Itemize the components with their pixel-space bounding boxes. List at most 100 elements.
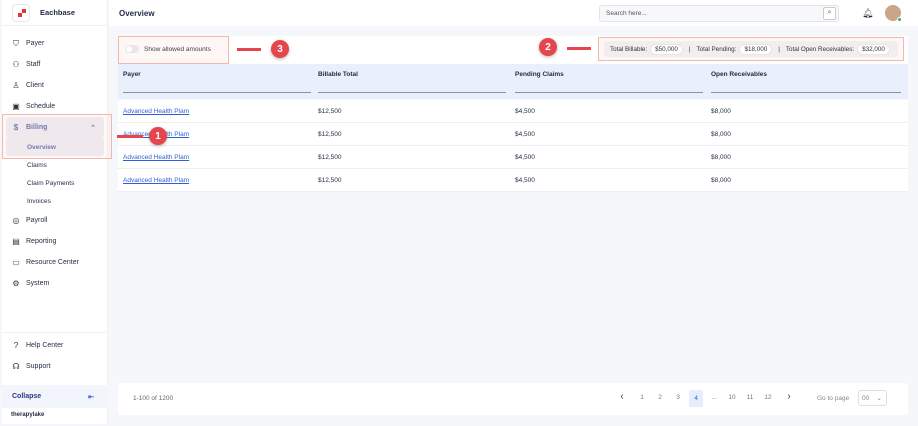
search-input[interactable]: Search here... ⌕	[599, 4, 839, 22]
label: Support	[26, 363, 51, 370]
column-header-billable-total[interactable]: Billable Total	[318, 71, 358, 78]
calendar-icon: ▣	[12, 102, 20, 111]
table-header: Payer Billable Total Pending Claims Open…	[118, 64, 908, 99]
sidebar: Eachbase ⛉ Payer ⚇ Staff ♙ Client ▣ Schedule…	[2, 0, 108, 424]
payer-link[interactable]: Advanced Health Plam	[123, 108, 189, 115]
sidebar-item-payer[interactable]: ⛉ Payer	[2, 33, 108, 54]
label: Staff	[26, 61, 41, 68]
annotation-arrow-1	[117, 135, 143, 138]
folder-icon: ▭	[12, 258, 20, 267]
label: Help Center	[26, 342, 64, 349]
table-cell: $4,500	[515, 131, 535, 138]
bell-icon[interactable]: 🔔︎	[862, 8, 873, 19]
page-button[interactable]: 1	[635, 394, 649, 401]
page-button[interactable]: 12	[761, 394, 775, 401]
payer-link[interactable]: Advanced Health Plam	[123, 154, 189, 161]
pagination-range: 1-100 of 1200	[133, 395, 174, 402]
total-open-value: $32,000	[857, 43, 890, 55]
label: Resource Center	[26, 259, 79, 266]
sidebar-item-system[interactable]: ⚙ System	[2, 273, 108, 294]
online-status-dot	[897, 17, 902, 22]
search-icon[interactable]: ⌕	[823, 6, 836, 20]
sidebar-item-resource-center[interactable]: ▭ Resource Center	[2, 252, 108, 273]
column-header-open-receivables[interactable]: Open Receivables	[711, 71, 767, 78]
gear-icon: ⚙	[12, 279, 20, 288]
sidebar-item-reporting[interactable]: ▤ Reporting	[2, 231, 108, 252]
annotation-arrow-3	[237, 48, 261, 51]
help-center-link[interactable]: ? Help Center	[2, 335, 108, 356]
column-header-payer[interactable]: Payer	[123, 71, 141, 78]
table-row: Advanced Health Plam $12,500 $4,500 $8,000	[118, 100, 908, 123]
client-icon: ♙	[12, 81, 20, 90]
column-divider	[123, 92, 311, 93]
table-cell: $4,500	[515, 108, 535, 115]
show-allowed-amounts-toggle[interactable]	[125, 45, 139, 53]
total-pending-value: $18,000	[739, 43, 773, 55]
brand-name: Eachbase	[40, 8, 76, 17]
label: Client	[26, 82, 44, 89]
label: System	[26, 280, 50, 287]
page-button[interactable]: ...	[707, 394, 721, 401]
page-button[interactable]: 3	[671, 394, 685, 401]
total-billable-value: $50,000	[650, 43, 683, 55]
chevron-down-icon: ⌄	[876, 395, 882, 402]
totals-summary: Total Billable: $50,000 | Total Pending: $…	[604, 41, 898, 57]
next-page-icon[interactable]: ›	[782, 391, 796, 402]
brand: Eachbase	[2, 0, 107, 26]
prev-page-icon[interactable]: ‹	[615, 391, 629, 402]
column-divider	[515, 92, 703, 93]
top-header: Overview Search here... ⌕ 🔔︎	[109, 0, 918, 26]
report-icon: ▤	[12, 237, 20, 246]
column-divider	[711, 92, 901, 93]
table-cell: $4,500	[515, 154, 535, 161]
table-cell: $4,500	[515, 177, 535, 184]
sidebar-item-staff[interactable]: ⚇ Staff	[2, 54, 108, 75]
total-open-label: Total Open Receivables:	[785, 45, 855, 53]
sidebar-item-client[interactable]: ♙ Client	[2, 75, 108, 96]
table-cell: $12,500	[318, 177, 342, 184]
table-cell: $12,500	[318, 131, 342, 138]
label: Schedule	[26, 103, 56, 110]
payer-link[interactable]: Advanced Health Plam	[123, 177, 189, 184]
therapylake-logo: therapylake	[11, 412, 45, 418]
table-row: Advanced Health Plam$12,500$4,500$8,000	[118, 123, 908, 146]
sidebar-item-payroll[interactable]: ◎ Payroll	[2, 210, 108, 231]
sidebar-sub-invoices[interactable]: Invoices	[2, 192, 108, 210]
payroll-icon: ◎	[12, 216, 20, 225]
page-button[interactable]: 11	[743, 394, 757, 401]
table-cell: $8,000	[711, 154, 731, 161]
page-button[interactable]: 2	[653, 394, 667, 401]
goto-page-value: 00	[862, 395, 870, 402]
table-cell: $12,500	[318, 108, 342, 115]
pagination-bar: 1-100 of 1200 ‹ 1 2 3 4... 10 11 12 › Go to pa…	[118, 383, 908, 415]
help-icon: ?	[13, 341, 19, 350]
page-button[interactable]: 10	[725, 394, 739, 401]
page-title: Overview	[119, 8, 155, 18]
table-cell: $8,000	[711, 177, 731, 184]
shield-icon: ⛉	[13, 38, 19, 48]
goto-page-select[interactable]: 00 ⌄	[858, 390, 887, 406]
annotation-badge-3: 3	[271, 40, 289, 58]
table-cell: $8,000	[711, 108, 731, 115]
table-cell: $8,000	[711, 131, 731, 138]
total-billable-label: Total Billable:	[610, 45, 648, 53]
sidebar-sub-claim-payments[interactable]: Claim Payments	[2, 174, 108, 192]
toggle-label: Show allowed amounts	[144, 46, 211, 53]
label: Reporting	[26, 238, 57, 245]
collapse-button[interactable]: Collapse ⇤	[2, 385, 108, 408]
table-row: Advanced Health Plam$12,500$4,500$8,000	[118, 146, 908, 169]
page-button[interactable]: 4	[689, 390, 703, 407]
headset-icon: ☊	[12, 362, 20, 371]
total-pending-label: Total Pending:	[696, 45, 737, 53]
collapse-icon: ⇤	[88, 393, 94, 401]
goto-page-label: Go to page	[817, 395, 850, 402]
separator: |	[778, 45, 780, 53]
separator: |	[688, 45, 691, 53]
annotation-badge-2: 2	[539, 38, 557, 56]
annotation-badge-1: 1	[149, 127, 167, 145]
column-header-pending-claims[interactable]: Pending Claims	[515, 71, 564, 78]
table-row: Advanced Health Plam $12,500 $4,500 $8,000	[118, 169, 908, 192]
support-link[interactable]: ☊ Support	[2, 356, 108, 377]
column-divider	[318, 92, 506, 93]
avatar[interactable]	[885, 5, 902, 22]
